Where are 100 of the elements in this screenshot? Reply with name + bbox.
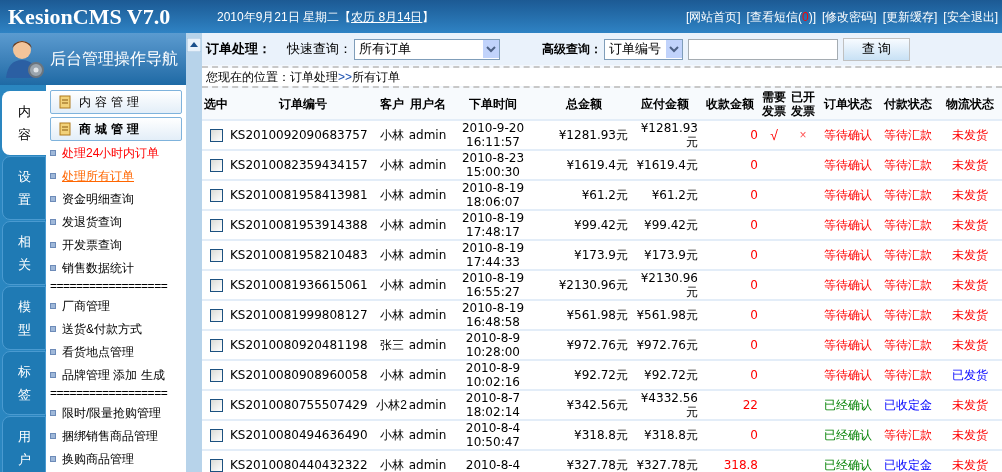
time-text: 2010-8-19 bbox=[460, 301, 526, 315]
table-cell: ¥61.2元 bbox=[538, 180, 630, 210]
table-cell: KS2010082359434157 bbox=[230, 150, 376, 180]
advanced-search-label: 高级查询： bbox=[542, 41, 602, 58]
column-header: 付款状态 bbox=[878, 88, 938, 120]
time-text: 2010-8-19 bbox=[460, 211, 526, 225]
column-header: 客户 bbox=[376, 88, 407, 120]
menu-group-button[interactable]: 商城管理 bbox=[50, 117, 182, 141]
table-cell: 已经确认 bbox=[818, 450, 878, 472]
header-link[interactable]: [修改密码] bbox=[822, 7, 877, 26]
table-cell: 小林 bbox=[376, 180, 407, 210]
table-cell: 小林 bbox=[376, 270, 407, 300]
lunar-date-link[interactable]: 农历 8月14日 bbox=[351, 9, 423, 24]
column-header: 收款金额 bbox=[700, 88, 760, 120]
table-cell: 等待汇款 bbox=[878, 120, 938, 150]
table-cell: 未发货 bbox=[938, 210, 1002, 240]
menu-link[interactable]: 厂商管理 bbox=[62, 296, 110, 315]
row-checkbox[interactable] bbox=[209, 279, 223, 293]
table-cell: ¥972.76元 bbox=[538, 330, 630, 360]
row-checkbox[interactable] bbox=[209, 369, 223, 383]
menu-link[interactable]: 看货地点管理 bbox=[62, 342, 134, 361]
row-checkbox[interactable] bbox=[209, 189, 223, 203]
menu-link[interactable]: 换购商品管理 bbox=[62, 449, 134, 468]
table-cell: 已经确认 bbox=[818, 420, 878, 450]
sidebar-tab[interactable]: 相关 bbox=[2, 221, 46, 285]
table-cell: 0 bbox=[700, 180, 760, 210]
table-cell: 等待确认 bbox=[818, 300, 878, 330]
column-header: 订单编号 bbox=[230, 88, 376, 120]
table-cell: 等待确认 bbox=[818, 210, 878, 240]
separator-text: ================== bbox=[50, 279, 169, 294]
table-cell: KS2010080494636490 bbox=[230, 420, 376, 450]
table-cell: 小林 bbox=[376, 240, 407, 270]
header-link[interactable]: [安全退出] bbox=[943, 7, 998, 26]
table-cell: 未发货 bbox=[938, 120, 1002, 150]
menu-link[interactable]: 资金明细查询 bbox=[62, 189, 134, 208]
table-cell: 小林 bbox=[376, 120, 407, 150]
table-cell: admin bbox=[407, 180, 448, 210]
header-link[interactable]: [查看短信(0)] bbox=[746, 7, 816, 26]
menu-link[interactable]: 捆绑销售商品管理 bbox=[62, 426, 158, 445]
row-checkbox[interactable] bbox=[209, 309, 223, 323]
menu-link[interactable]: 送货&付款方式 bbox=[62, 319, 142, 338]
time-text: 2010-8-19 bbox=[460, 241, 526, 255]
column-header: 选中 bbox=[202, 88, 230, 120]
row-checkbox[interactable] bbox=[209, 458, 223, 472]
table-cell: ¥173.9元 bbox=[630, 240, 700, 270]
table-cell: KS2010080440432322 bbox=[230, 450, 376, 472]
sidebar-tab[interactable]: 模型 bbox=[2, 286, 46, 350]
row-checkbox[interactable] bbox=[209, 159, 223, 173]
table-cell: ¥561.98元 bbox=[630, 300, 700, 330]
menu-link[interactable]: 发退货查询 bbox=[62, 212, 122, 231]
menu-link[interactable]: 开发票查询 bbox=[62, 235, 122, 254]
sidebar-title: 后台管理操作导航 bbox=[50, 49, 178, 69]
time-text: 2010-8-7 bbox=[464, 391, 522, 405]
time-text: 18:02:14 bbox=[465, 405, 521, 419]
time-text: 10:02:16 bbox=[465, 375, 521, 389]
menu-link[interactable]: 品牌管理 添加 生成 bbox=[62, 365, 165, 384]
row-checkbox[interactable] bbox=[209, 399, 223, 413]
table-cell: 0 bbox=[700, 150, 760, 180]
table-cell: 小林 bbox=[376, 300, 407, 330]
document-icon bbox=[59, 95, 71, 109]
header-link[interactable]: [更新缓存] bbox=[882, 7, 938, 26]
header-link[interactable]: [网站首页] bbox=[685, 7, 741, 26]
table-cell: 已收定金 bbox=[878, 390, 938, 420]
table-cell: 已经确认 bbox=[818, 390, 878, 420]
table-cell: 等待确认 bbox=[818, 240, 878, 270]
table-cell: 0 bbox=[700, 420, 760, 450]
sidebar-tab[interactable]: 标签 bbox=[2, 351, 46, 415]
table-cell: KS2010081958210483 bbox=[230, 240, 376, 270]
bullet-icon bbox=[50, 218, 56, 225]
table-cell: 318.8 bbox=[700, 450, 760, 472]
row-checkbox[interactable] bbox=[209, 339, 223, 353]
menu-link[interactable]: 销售数据统计 bbox=[62, 258, 134, 277]
row-checkbox[interactable] bbox=[209, 129, 223, 143]
sidebar-tab[interactable]: 设置 bbox=[2, 156, 46, 220]
table-cell: admin bbox=[407, 360, 448, 390]
sidebar-tab[interactable]: 用户 bbox=[2, 416, 46, 472]
table-cell: 已发货 bbox=[938, 360, 1002, 390]
table-cell: ¥1619.4元 bbox=[538, 150, 630, 180]
time-text: 2010-8-4 bbox=[464, 457, 522, 472]
search-button[interactable]: 查 询 bbox=[843, 37, 910, 61]
advanced-search-dropdown[interactable]: 订单编号 bbox=[604, 38, 683, 60]
table-cell: 等待汇款 bbox=[878, 360, 938, 390]
table-cell: admin bbox=[407, 300, 448, 330]
search-field[interactable] bbox=[688, 38, 838, 60]
scroll-up-icon[interactable] bbox=[187, 38, 201, 52]
time-text: 16:11:57 bbox=[465, 135, 521, 149]
menu-group-button[interactable]: 内容管理 bbox=[50, 90, 182, 114]
table-cell: 小林 bbox=[376, 420, 407, 450]
table-cell: 等待确认 bbox=[818, 150, 878, 180]
time-text: 16:48:58 bbox=[465, 315, 521, 329]
table-cell: 小林 bbox=[376, 210, 407, 240]
row-checkbox[interactable] bbox=[209, 429, 223, 443]
row-checkbox[interactable] bbox=[209, 249, 223, 263]
menu-link[interactable]: 处理24小时内订单 bbox=[62, 143, 160, 162]
quick-search-dropdown[interactable]: 所有订单 bbox=[354, 38, 500, 60]
row-checkbox[interactable] bbox=[209, 219, 223, 233]
column-header: 用户名 bbox=[407, 88, 448, 120]
table-cell: ¥972.76元 bbox=[630, 330, 700, 360]
menu-link[interactable]: 限时/限量抢购管理 bbox=[62, 403, 162, 422]
sidebar-tab[interactable]: 内容 bbox=[2, 91, 46, 155]
